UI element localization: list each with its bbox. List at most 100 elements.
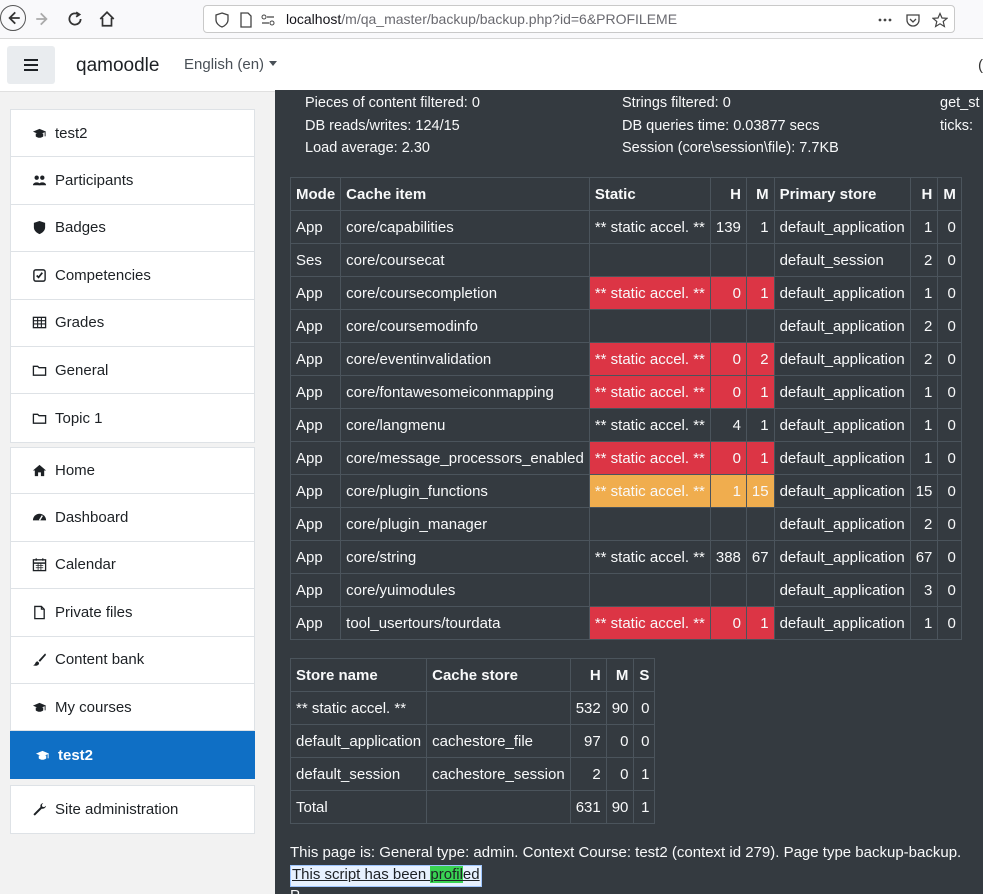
store-misses-cell: 0: [937, 540, 962, 574]
column-header: H: [709, 177, 747, 211]
caret-down-icon: [269, 61, 278, 66]
static-cell: ** static accel. **: [588, 540, 711, 574]
language-menu[interactable]: English (en): [184, 56, 278, 73]
cache-item-cell: core/coursecompletion: [340, 276, 590, 310]
perf-ticks: ticks:: [940, 118, 974, 134]
dashboard-icon: [31, 510, 47, 526]
perf-content-filtered: Pieces of content filtered: 0: [305, 95, 480, 111]
forward-button[interactable]: [30, 6, 56, 32]
sidebar-item-test2[interactable]: test2: [11, 110, 254, 158]
static-cell: ** static accel. **: [588, 342, 711, 376]
calendar-icon: [31, 557, 47, 573]
more-icon[interactable]: [876, 11, 894, 29]
sidebar-item-participants[interactable]: Participants: [11, 157, 254, 205]
cache-item-cell: core/coursemodinfo: [340, 309, 590, 343]
table-row: App core/yuimodules default_application 3 0: [289, 573, 962, 607]
table-row: App core/message_processors_enabled ** sta…: [289, 441, 962, 475]
course-nav: test2 Participants Badges Competencies Grade…: [10, 109, 255, 443]
profiled-highlight: profil: [430, 866, 463, 883]
store-name-cell: default_session: [289, 757, 428, 791]
sidebar-item-my-courses[interactable]: My courses: [10, 683, 255, 732]
sidebar-item-label: Badges: [55, 219, 106, 237]
store-hits-cell: 2: [909, 309, 939, 343]
mode-cell: App: [289, 606, 342, 640]
sidebar-item-site-administration[interactable]: Site administration: [11, 786, 254, 833]
cache-item-cell: core/plugin_manager: [340, 507, 590, 541]
cache-store-cell: cachestore_session: [426, 757, 571, 791]
static-misses-cell: 1: [745, 606, 775, 640]
static-misses-cell: 1: [745, 441, 775, 475]
sidebar-item-label: Calendar: [55, 556, 116, 574]
star-icon[interactable]: [931, 11, 949, 29]
url-text: localhost/m/qa_master/backup/backup.php?…: [286, 11, 677, 27]
sidebar-item-calendar[interactable]: Calendar: [10, 541, 255, 590]
cut-off-text: P: [290, 887, 300, 894]
home-button[interactable]: [94, 6, 120, 32]
static-misses-cell: 15: [745, 474, 775, 508]
reload-button[interactable]: [62, 6, 88, 32]
permissions-icon[interactable]: [259, 11, 277, 29]
static-hits-cell: 0: [709, 276, 747, 310]
column-header: Cache store: [426, 658, 571, 692]
static-misses-cell: 1: [745, 375, 775, 409]
sidebar-item-dashboard[interactable]: Dashboard: [10, 494, 255, 542]
store-misses-cell: 0: [937, 276, 962, 310]
site-name[interactable]: qamoodle: [76, 55, 159, 77]
misses-cell: 0: [605, 724, 635, 758]
static-misses-cell: [745, 309, 775, 343]
table-header-row: Store name Cache store H M S: [289, 658, 656, 692]
profiled-text-pre: This script has been: [292, 866, 431, 883]
static-misses-cell: 67: [745, 540, 775, 574]
sidebar-item-badges[interactable]: Badges: [11, 205, 254, 253]
sidebar-item-content-bank[interactable]: Content bank: [10, 636, 255, 684]
static-hits-cell: 0: [709, 441, 747, 475]
folder-icon: [31, 362, 47, 378]
sidebar-item-test2[interactable]: test2: [10, 731, 255, 779]
store-hits-cell: 67: [909, 540, 939, 574]
static-cell: ** static accel. **: [588, 474, 711, 508]
primary-store-cell: default_session: [773, 243, 911, 277]
site-nav: Home Dashboard Calendar Private files Conten…: [10, 447, 255, 779]
paint-brush-icon: [31, 652, 47, 668]
profiled-link[interactable]: This script has been profiled: [290, 865, 482, 887]
reload-icon: [68, 11, 82, 26]
url-path: /m/qa_master/backup/backup.php?id=6&PROF…: [341, 11, 678, 27]
static-cell: [588, 573, 711, 607]
cache-usage-table: Mode Cache item Static H M Primary store H M Ap…: [289, 177, 962, 640]
sidebar-item-competencies[interactable]: Competencies: [11, 252, 254, 300]
store-misses-cell: 0: [937, 573, 962, 607]
page-icon: [237, 11, 255, 29]
performance-info: Pieces of content filtered: 0 DB reads/w…: [275, 90, 983, 894]
store-hits-cell: 1: [909, 408, 939, 442]
table-row: App core/coursemodinfo default_application…: [289, 309, 962, 343]
sidebar-item-label: Home: [55, 462, 96, 480]
table-row: default_session cachestore_session 2 0 1: [289, 757, 656, 791]
primary-store-cell: default_application: [773, 606, 911, 640]
mode-cell: App: [289, 210, 342, 244]
sidebar-item-general[interactable]: General: [11, 347, 254, 395]
cache-item-cell: core/coursecat: [340, 243, 590, 277]
store-misses-cell: 0: [937, 441, 962, 475]
table-row: App tool_usertours/tourdata ** static acce…: [289, 606, 962, 640]
sidebar-item-label: Competencies: [55, 266, 151, 284]
users-icon: [31, 173, 47, 189]
url-bar[interactable]: localhost/m/qa_master/backup/backup.php?…: [203, 5, 955, 33]
table-row: default_application cachestore_file 97 0 0: [289, 724, 656, 758]
pocket-icon[interactable]: [904, 11, 922, 29]
primary-store-cell: default_application: [773, 342, 911, 376]
graduation-cap-icon: [31, 125, 47, 141]
sidebar-item-home[interactable]: Home: [10, 447, 255, 495]
table-row: App core/capabilities ** static accel. ** 1…: [289, 210, 962, 244]
sidebar-item-topic-1[interactable]: Topic 1: [11, 394, 254, 441]
static-cell: [588, 507, 711, 541]
sidebar-item-grades[interactable]: Grades: [11, 300, 254, 347]
sidebar-item-private-files[interactable]: Private files: [10, 589, 255, 637]
store-misses-cell: 0: [937, 243, 962, 277]
store-name-cell: Total: [289, 790, 428, 824]
cache-item-cell: core/fontawesomeiconmapping: [340, 375, 590, 409]
back-button[interactable]: [0, 5, 26, 31]
store-hits-cell: 1: [909, 210, 939, 244]
column-header: Store name: [289, 658, 428, 692]
drawer-toggle-button[interactable]: [7, 46, 55, 84]
perf-session: Session (core\session\file): 7.7KB: [622, 140, 839, 156]
